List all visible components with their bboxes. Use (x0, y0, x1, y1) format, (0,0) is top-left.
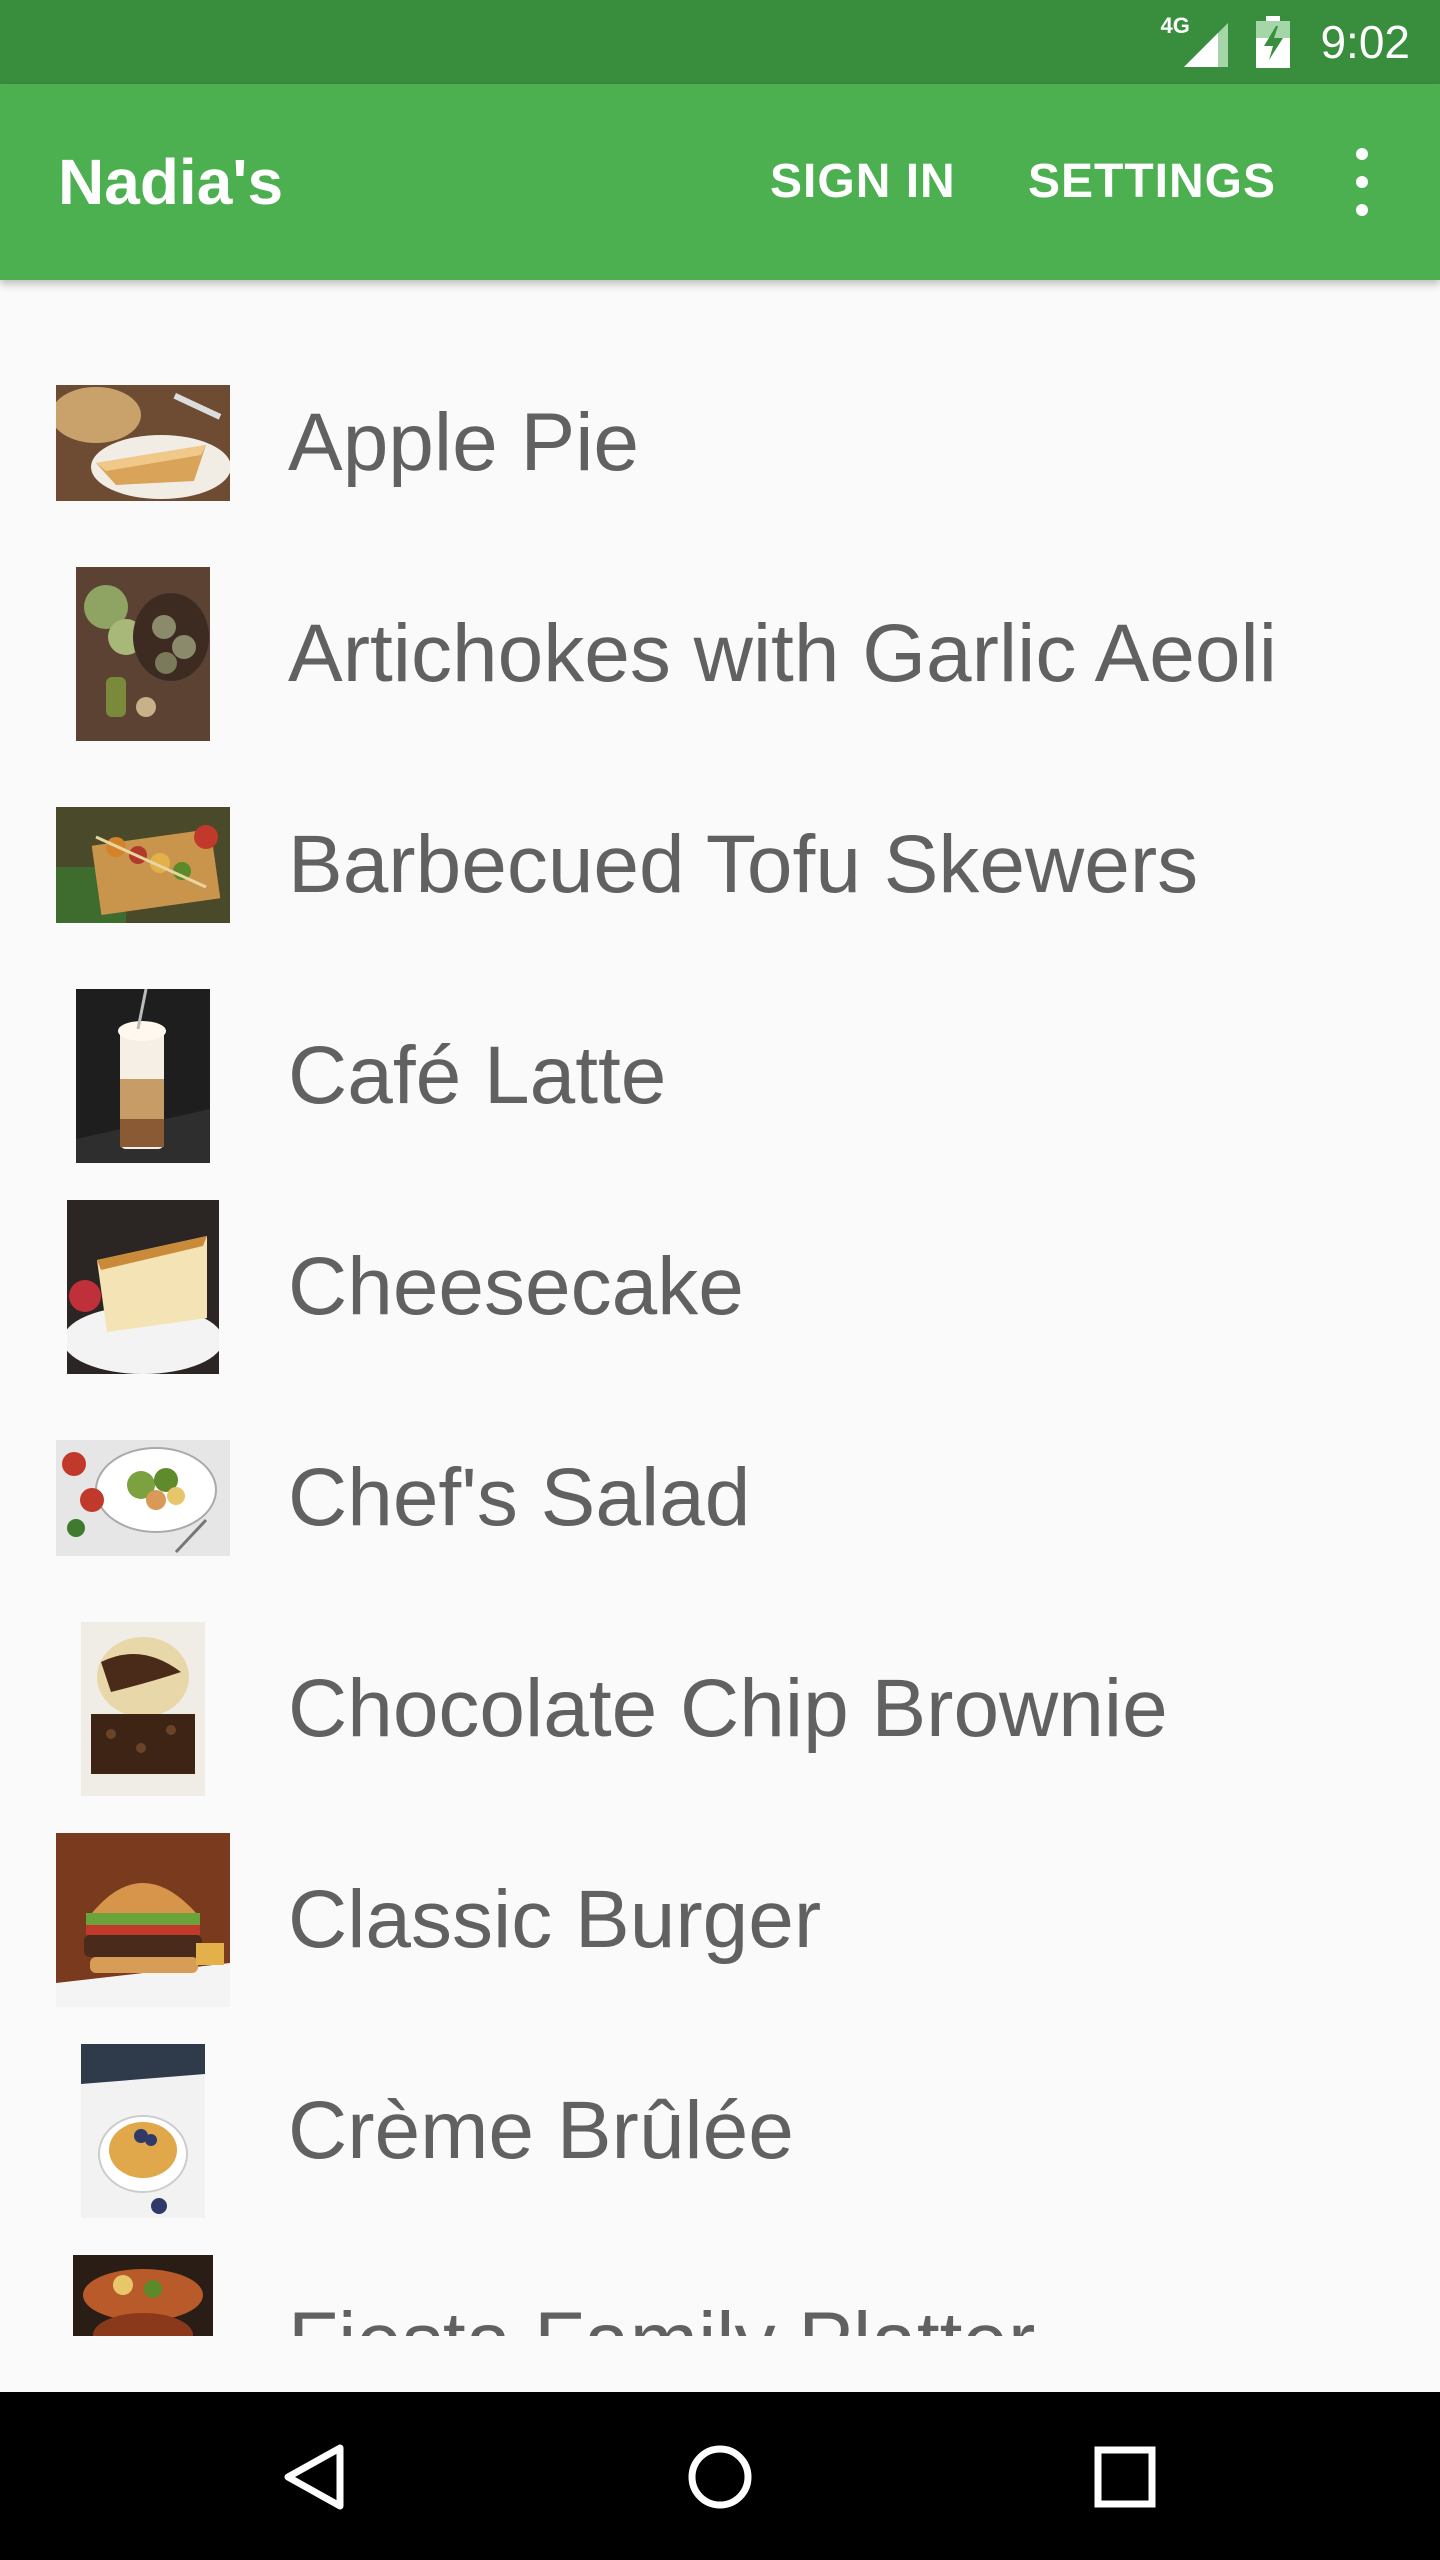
menu-list[interactable]: Apple Pie Artichokes with Garlic Aeoli B… (0, 280, 1440, 2336)
item-name: Chef's Salad (288, 1452, 751, 1543)
list-item[interactable]: Café Latte (0, 970, 1440, 1181)
item-name: Café Latte (288, 1030, 667, 1121)
cheesecake-photo (67, 1199, 219, 1374)
back-icon[interactable] (270, 2432, 360, 2522)
list-item[interactable]: Barbecued Tofu Skewers (0, 759, 1440, 970)
battery-icon (1256, 16, 1291, 68)
thumbnail (56, 2025, 230, 2236)
artichokes-photo (76, 566, 210, 741)
item-name: Apple Pie (288, 397, 640, 488)
cafe-latte-photo (76, 988, 210, 1163)
recents-icon[interactable] (1080, 2432, 1170, 2522)
brownie-photo (81, 1621, 205, 1796)
sign-in-button[interactable]: SIGN IN (770, 84, 956, 280)
home-icon[interactable] (675, 2432, 765, 2522)
list-item[interactable]: Chocolate Chip Brownie (0, 1603, 1440, 1814)
thumbnail (56, 1181, 230, 1392)
list-item[interactable]: Crème Brûlée (0, 2025, 1440, 2236)
chefs-salad-photo (56, 1439, 230, 1556)
list-item[interactable]: Apple Pie (0, 337, 1440, 548)
thumbnail (56, 1603, 230, 1814)
fiesta-platter-photo (73, 2254, 213, 2336)
more-vert-icon[interactable] (1338, 148, 1386, 216)
thumbnail (56, 759, 230, 970)
list-item[interactable]: Fiesta Family Platter (0, 2236, 1440, 2336)
thumbnail (56, 548, 230, 759)
app-bar: Nadia's SIGN IN SETTINGS (0, 84, 1440, 280)
app-title: Nadia's (58, 146, 284, 218)
item-name: Cheesecake (288, 1241, 744, 1332)
item-name: Fiesta Family Platter (288, 2236, 1035, 2336)
signal-icon: 4G (1160, 13, 1232, 67)
item-name: Barbecued Tofu Skewers (288, 819, 1199, 910)
thumbnail (56, 970, 230, 1181)
list-item[interactable]: Artichokes with Garlic Aeoli (0, 548, 1440, 759)
list-item[interactable]: Cheesecake (0, 1181, 1440, 1392)
item-name: Classic Burger (288, 1874, 822, 1965)
list-item[interactable]: Classic Burger (0, 1814, 1440, 2025)
settings-button[interactable]: SETTINGS (1028, 84, 1276, 280)
thumbnail (56, 1392, 230, 1603)
navigation-bar (0, 2392, 1440, 2560)
list-item[interactable]: Chef's Salad (0, 1392, 1440, 1603)
item-name: Chocolate Chip Brownie (288, 1663, 1168, 1754)
apple-pie-photo (56, 384, 230, 501)
burger-photo (56, 1832, 230, 2007)
status-bar: 4G 9:02 (0, 0, 1440, 84)
thumbnail (56, 2236, 230, 2336)
item-name: Crème Brûlée (288, 2085, 794, 2176)
tofu-skewers-photo (56, 806, 230, 923)
thumbnail (56, 337, 230, 548)
creme-brulee-photo (81, 2043, 205, 2218)
clock: 9:02 (1320, 16, 1410, 68)
item-name: Artichokes with Garlic Aeoli (288, 608, 1277, 699)
thumbnail (56, 1814, 230, 2025)
